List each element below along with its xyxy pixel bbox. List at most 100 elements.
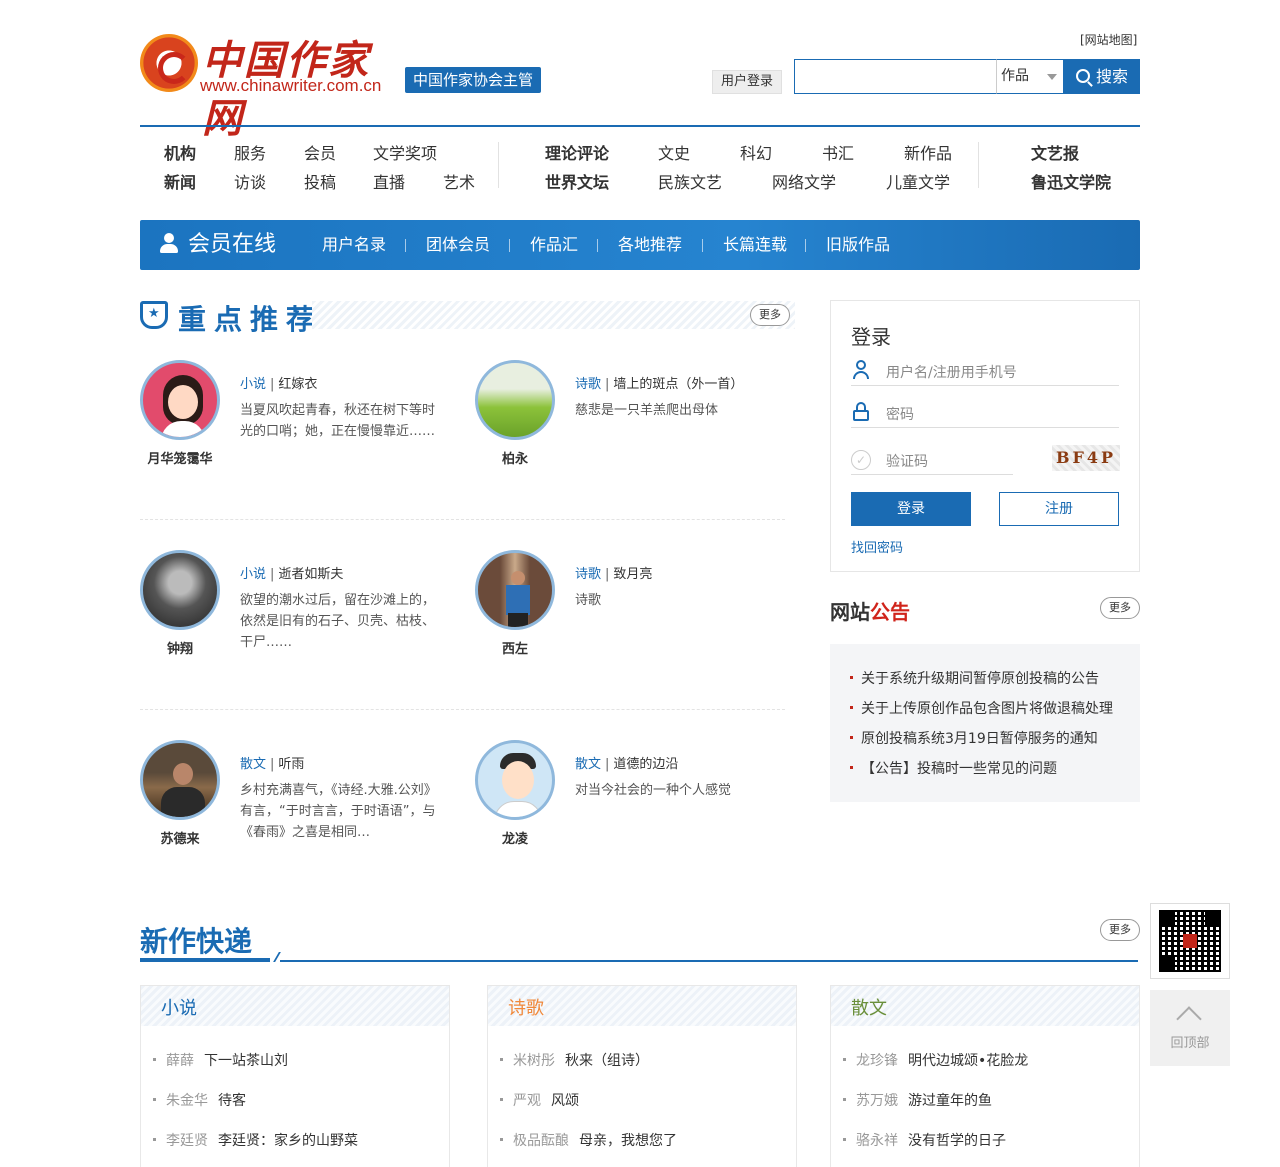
item-work[interactable]: 明代边城颂•花脸龙 (908, 1053, 1028, 1069)
nav-item-ertongwenxue[interactable]: 儿童文学 (886, 169, 950, 193)
notice-item[interactable]: 关于系统升级期间暂停原创投稿的公告 (850, 668, 1099, 688)
nav-item-wenxuejiangxiang[interactable]: 文学奖项 (373, 140, 437, 164)
nav-item-wangluowenxue[interactable]: 网络文学 (772, 169, 836, 193)
search-button[interactable]: 搜索 (1064, 59, 1140, 94)
list-item[interactable]: 苏万娥 游过童年的鱼 (843, 1090, 992, 1110)
nav-item-shuhui[interactable]: 书汇 (822, 140, 854, 164)
author-name[interactable]: 柏永 (470, 448, 560, 467)
item-work[interactable]: 没有哲学的日子 (908, 1133, 1006, 1149)
item-author[interactable]: 极品酝酿 (513, 1133, 569, 1149)
item-author[interactable]: 龙珍锋 (856, 1053, 898, 1069)
item-work[interactable]: 秋来（组诗） (565, 1053, 649, 1069)
nav-item-tougao[interactable]: 投稿 (304, 169, 336, 193)
nav-item-zhibo[interactable]: 直播 (373, 169, 405, 193)
nav-item-huiyuan[interactable]: 会员 (304, 140, 336, 164)
item-author[interactable]: 米树彤 (513, 1053, 555, 1069)
notice-item[interactable]: 关于上传原创作品包含图片将做退稿处理 (850, 698, 1113, 718)
category-link[interactable]: 小说 (240, 377, 266, 392)
column-title[interactable]: 小说 (161, 994, 197, 1020)
item-author[interactable]: 李廷贤 (166, 1133, 208, 1149)
list-item[interactable]: 米树彤 秋来（组诗） (500, 1050, 649, 1070)
nav-item-luxunwenxueyuan[interactable]: 鲁迅文学院 (1031, 169, 1111, 193)
category-link[interactable]: 散文 (240, 757, 266, 772)
user-login-tab[interactable]: 用户登录 (712, 70, 782, 94)
captcha-image[interactable]: BF4P (1052, 445, 1120, 471)
nav-item-wenshi[interactable]: 文史 (658, 140, 690, 164)
list-item[interactable]: 李廷贤 李廷贤：家乡的山野菜 (153, 1130, 358, 1150)
list-item[interactable]: 骆永祥 没有哲学的日子 (843, 1130, 1006, 1150)
nav-item-xinwen[interactable]: 新闻 (164, 169, 196, 193)
column-title[interactable]: 诗歌 (508, 994, 544, 1020)
item-work[interactable]: 风颂 (551, 1093, 579, 1109)
member-link-zuopinhui[interactable]: 作品汇 (530, 220, 578, 270)
nav-item-lilunpinglun[interactable]: 理论评论 (545, 140, 609, 164)
item-work[interactable]: 游过童年的鱼 (908, 1093, 992, 1109)
notice-more-button[interactable]: 更多 (1100, 597, 1140, 619)
category-link[interactable]: 小说 (240, 567, 266, 582)
recommend-more-button[interactable]: 更多 (750, 304, 790, 326)
list-item[interactable]: 龙珍锋 明代边城颂•花脸龙 (843, 1050, 1028, 1070)
nav-item-xinzuopin[interactable]: 新作品 (904, 140, 952, 164)
item-work[interactable]: 李廷贤：家乡的山野菜 (218, 1133, 358, 1149)
item-author[interactable]: 严观 (513, 1093, 541, 1109)
item-work[interactable]: 待客 (218, 1093, 246, 1109)
author-name[interactable]: 西左 (470, 638, 560, 657)
back-to-top-button[interactable]: 回顶部 (1150, 990, 1230, 1066)
work-title-link[interactable]: 红嫁衣 (278, 377, 317, 392)
notice-item[interactable]: 原创投稿系统3月19日暂停服务的通知 (850, 728, 1098, 748)
search-category-select[interactable]: 作品 (996, 59, 1064, 94)
nav-item-wenyibao[interactable]: 文艺报 (1031, 140, 1079, 164)
member-link-jiubanzuopin[interactable]: 旧版作品 (826, 220, 890, 270)
avatar[interactable] (140, 360, 220, 440)
captcha-field[interactable]: ✓ 验证码 (851, 445, 1013, 475)
work-title-link[interactable]: 道德的边沿 (613, 757, 678, 772)
nav-item-yishu[interactable]: 艺术 (443, 169, 475, 193)
list-item[interactable]: 严观 风颂 (500, 1090, 579, 1110)
item-author[interactable]: 骆永祥 (856, 1133, 898, 1149)
item-author[interactable]: 薛薛 (166, 1053, 194, 1069)
avatar[interactable] (140, 740, 220, 820)
member-link-tuantihuiyuan[interactable]: 团体会员 (426, 220, 490, 270)
work-title-link[interactable]: 逝者如斯夫 (278, 567, 343, 582)
member-link-gedituijian[interactable]: 各地推荐 (618, 220, 682, 270)
nav-item-shijiewentan[interactable]: 世界文坛 (545, 169, 609, 193)
member-link-changpianlianzai[interactable]: 长篇连载 (723, 220, 787, 270)
list-item[interactable]: 朱金华 待客 (153, 1090, 246, 1110)
author-name[interactable]: 龙凌 (470, 828, 560, 847)
list-item[interactable]: 极品酝酿 母亲，我想您了 (500, 1130, 677, 1150)
username-field[interactable]: 用户名/注册用手机号 (851, 356, 1119, 386)
new-works-more-button[interactable]: 更多 (1100, 919, 1140, 941)
site-logo[interactable]: 中国作家网 www.chinawriter.com.cn (140, 28, 400, 142)
nav-item-fangtan[interactable]: 访谈 (234, 169, 266, 193)
nav-item-jigou[interactable]: 机构 (164, 140, 196, 164)
author-name[interactable]: 苏德来 (135, 828, 225, 847)
work-title-link[interactable]: 听雨 (278, 757, 304, 772)
member-link-yonghuminglu[interactable]: 用户名录 (322, 220, 386, 270)
work-title-link[interactable]: 致月亮 (613, 567, 652, 582)
forgot-password-link[interactable]: 找回密码 (851, 537, 903, 556)
avatar[interactable] (475, 550, 555, 630)
author-name[interactable]: 月华笼霭华 (135, 448, 225, 467)
category-link[interactable]: 散文 (575, 757, 601, 772)
nav-item-minzuwenyi[interactable]: 民族文艺 (658, 169, 722, 193)
avatar[interactable] (475, 360, 555, 440)
search-input[interactable] (794, 59, 997, 94)
avatar[interactable] (140, 550, 220, 630)
qr-code-widget[interactable] (1150, 903, 1230, 979)
login-button[interactable]: 登录 (851, 492, 971, 526)
author-name[interactable]: 钟翔 (135, 638, 225, 657)
column-title[interactable]: 散文 (851, 994, 887, 1020)
member-online-title[interactable]: 会员在线 (160, 220, 276, 270)
password-field[interactable]: 密码 (851, 398, 1119, 428)
nav-item-kehuan[interactable]: 科幻 (740, 140, 772, 164)
category-link[interactable]: 诗歌 (575, 377, 601, 392)
sitemap-link[interactable]: [网站地图] (1080, 31, 1137, 48)
category-link[interactable]: 诗歌 (575, 567, 601, 582)
notice-item[interactable]: 【公告】投稿时一些常见的问题 (850, 758, 1057, 778)
register-button[interactable]: 注册 (999, 492, 1119, 526)
work-title-link[interactable]: 墙上的斑点（外一首） (613, 377, 743, 392)
item-author[interactable]: 苏万娥 (856, 1093, 898, 1109)
list-item[interactable]: 薛薛 下一站茶山刘 (153, 1050, 288, 1070)
item-work[interactable]: 母亲，我想您了 (579, 1133, 677, 1149)
nav-item-fuwu[interactable]: 服务 (234, 140, 266, 164)
